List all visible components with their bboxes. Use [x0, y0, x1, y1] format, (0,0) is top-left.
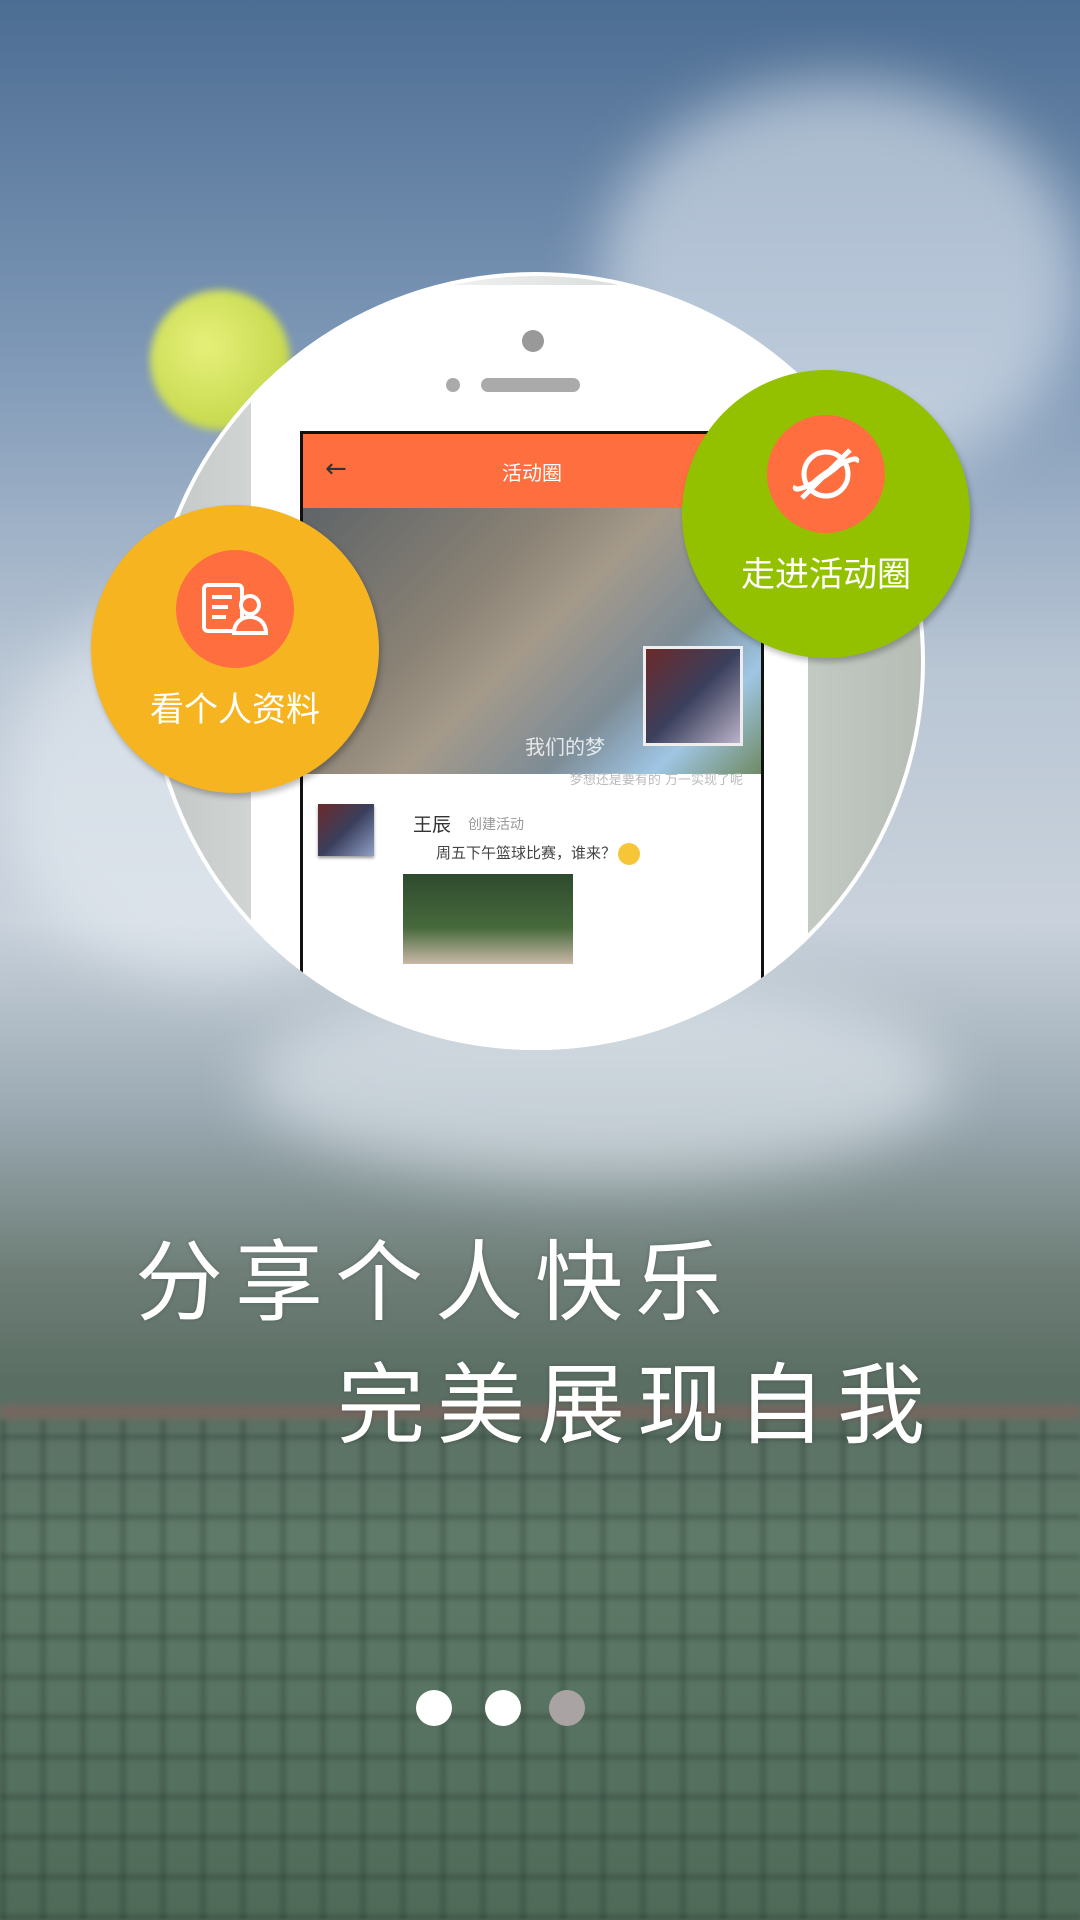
- page-indicator-1[interactable]: [416, 1690, 452, 1726]
- avatar: [318, 804, 374, 856]
- view-profile-label: 看个人资料: [150, 690, 320, 730]
- page-indicator-3-active[interactable]: [549, 1690, 585, 1726]
- enter-activity-label: 走进活动圈: [741, 555, 911, 595]
- smirk-emoji-icon: [618, 842, 641, 865]
- profile-thumbnail: [643, 646, 743, 746]
- phone-camera: [522, 330, 544, 352]
- orbit-planet-icon: [767, 415, 885, 533]
- post-action: 创建活动: [468, 817, 524, 833]
- header-title: 活动圈: [502, 460, 562, 485]
- profile-quote: 梦想还是要有的 万一实现了呢: [569, 773, 743, 788]
- hero-caption: 我们的梦: [525, 735, 605, 759]
- phone-sensor: [446, 378, 460, 392]
- post-author: 王辰: [413, 814, 452, 836]
- tennis-net-background: [0, 1420, 1080, 1920]
- enter-activity-bubble[interactable]: 走进活动圈: [682, 370, 970, 658]
- slogan-line1: 分享个人快乐: [135, 1231, 736, 1334]
- post-text: 周五下午篮球比赛，谁来？: [436, 844, 617, 862]
- slogan-line2: 完美展现自我: [337, 1354, 938, 1457]
- back-arrow-icon: ←: [325, 454, 347, 484]
- view-profile-bubble[interactable]: 看个人资料: [91, 505, 379, 793]
- profile-card-icon: [176, 550, 294, 668]
- phone-speaker: [481, 378, 580, 392]
- post-image: [403, 874, 573, 964]
- page-indicator-2[interactable]: [485, 1690, 521, 1726]
